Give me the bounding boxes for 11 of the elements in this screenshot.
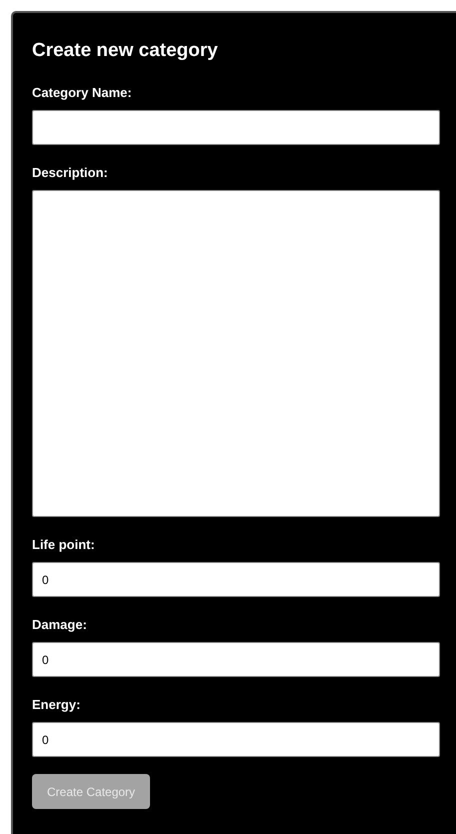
field-label: Damage: (32, 617, 87, 633)
number-field[interactable]: 0 (32, 642, 440, 677)
form-title: Create new category (32, 39, 218, 63)
number-field[interactable]: 0 (32, 722, 440, 757)
text-field[interactable] (32, 110, 440, 145)
field-label: Energy: (32, 697, 80, 713)
field-label: Description: (32, 165, 108, 181)
field-label: Category Name: (32, 85, 132, 101)
description-field[interactable] (32, 190, 440, 517)
number-field[interactable]: 0 (32, 562, 440, 597)
field-label: Life point: (32, 537, 95, 553)
